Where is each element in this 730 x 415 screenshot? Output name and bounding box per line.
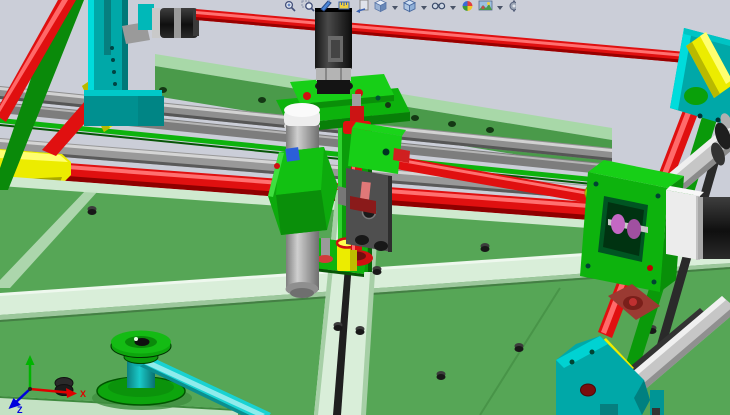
motor-flange-block: [666, 190, 700, 260]
apply-scene-icon[interactable]: [478, 0, 493, 13]
previous-view-icon[interactable]: [355, 0, 370, 13]
display-style-icon[interactable]: [402, 0, 417, 13]
apply-scene-dropdown-caret[interactable]: [496, 0, 504, 13]
display-style-dropdown-caret[interactable]: [420, 0, 428, 13]
triad-z-label: Z: [17, 405, 23, 415]
3d-viewport[interactable]: X Z: [0, 0, 730, 415]
hide-show-items-icon[interactable]: [431, 0, 446, 13]
view-settings-icon[interactable]: [507, 0, 516, 13]
heads-up-view-toolbar: [283, 0, 516, 13]
zoom-to-area-icon[interactable]: [301, 0, 316, 13]
view-orientation-icon[interactable]: [373, 0, 388, 13]
view-orientation-dropdown-caret[interactable]: [391, 0, 399, 13]
section-view-icon[interactable]: [319, 0, 334, 13]
bearing-hole: [581, 384, 596, 396]
triad-x-label: X: [80, 389, 86, 399]
coupling-mount: [138, 4, 154, 30]
measure-icon[interactable]: [337, 0, 352, 13]
zoom-to-fit-icon[interactable]: [283, 0, 298, 13]
tool-bracket[interactable]: [338, 168, 392, 252]
edit-appearance-icon[interactable]: [460, 0, 475, 13]
hide-show-items-dropdown-caret[interactable]: [449, 0, 457, 13]
cad-application-window: X Z: [0, 0, 730, 415]
stepper-motor[interactable]: [315, 8, 352, 94]
shaft-coupling: [611, 214, 625, 234]
